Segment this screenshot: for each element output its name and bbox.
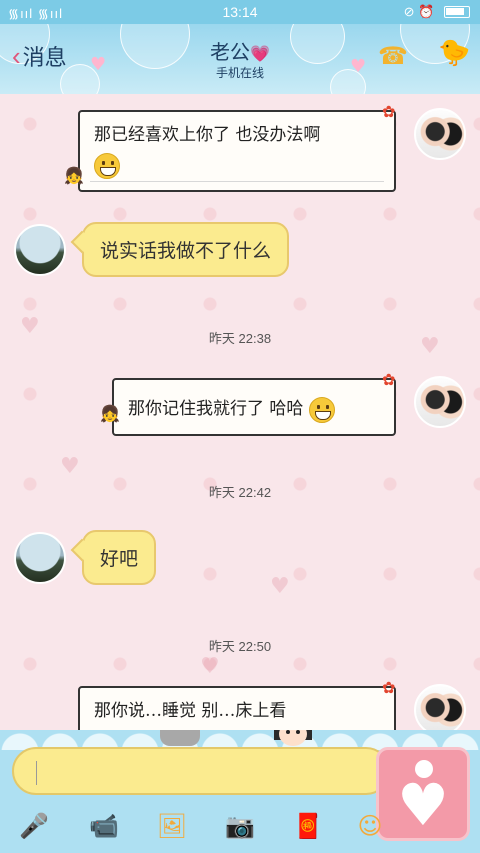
heart-icon: ♥: [200, 654, 220, 679]
heart-icon: ♥: [270, 574, 290, 599]
red-packet-icon[interactable]: 🧧: [290, 808, 326, 844]
alarm-icon: ⊘ ⏰: [403, 4, 435, 19]
message-text: 好吧: [100, 548, 139, 570]
timestamp: 昨天 22:38: [208, 331, 272, 346]
text-cursor: [36, 761, 37, 785]
input-toolbar: 🎤 📹 🖼 📷 🧧 ☺: [0, 800, 480, 853]
picture-icon[interactable]: 🖼: [154, 808, 190, 844]
contact-name[interactable]: 老公💗: [0, 36, 480, 65]
avatar-contact[interactable]: [14, 224, 66, 276]
chat-header: ‹消息 ♥ ♥ 老公💗 手机在线 ☎ 🐤: [0, 24, 480, 94]
flower-icon: ✿: [382, 370, 396, 389]
grin-emoji-icon: [308, 396, 335, 423]
video-call-icon[interactable]: 📹: [86, 808, 122, 844]
flower-icon: ✿: [382, 102, 396, 121]
message-text: 那已经喜欢上你了 也没办法啊: [94, 125, 321, 145]
girl-sticker-icon: 👧: [64, 166, 84, 185]
status-icons: ⊘ ⏰: [404, 4, 470, 20]
status-bar: ᯾ııl ᯾ııl 13:14 ⊘ ⏰: [0, 0, 480, 24]
camera-icon[interactable]: 📷: [222, 808, 258, 844]
message-bubble-outgoing[interactable]: 那已经喜欢上你了 也没办法啊: [78, 110, 396, 192]
battery-icon: [444, 6, 470, 18]
flower-icon: ✿: [382, 678, 396, 697]
online-status: 手机在线: [215, 66, 264, 80]
heart-icon: ♥: [60, 454, 80, 479]
mascot-sticker: [160, 730, 200, 746]
avatar-self[interactable]: [414, 108, 466, 160]
microphone-icon[interactable]: 🎤: [16, 808, 52, 844]
input-area: ♥ 🎤 📹 🖼 📷 🧧 ☺: [0, 730, 480, 853]
grin-emoji-icon: [94, 153, 120, 179]
message-text: 那你记住我就行了 哈哈: [128, 399, 304, 419]
sparkle-heart-icon: 💗: [250, 46, 270, 63]
girl-sticker-icon: 👧: [100, 404, 120, 423]
divider: [90, 181, 384, 182]
avatar-self[interactable]: [414, 376, 466, 428]
message-text: 那你说…睡觉 别…床上看: [94, 701, 287, 721]
message-bubble-incoming[interactable]: 好吧: [82, 530, 157, 585]
avatar-self[interactable]: [414, 684, 466, 730]
timestamp: 昨天 22:50: [208, 639, 272, 654]
phone-icon[interactable]: ☎: [378, 42, 408, 70]
message-bubble-outgoing[interactable]: 那你记住我就行了 哈哈: [112, 378, 396, 436]
emoji-icon[interactable]: ☺: [352, 808, 388, 844]
message-bubble-incoming[interactable]: 说实话我做不了什么: [82, 222, 290, 277]
duck-icon[interactable]: 🐤: [438, 38, 470, 68]
message-input[interactable]: [12, 747, 390, 795]
message-bubble-outgoing[interactable]: 那你说…睡觉 别…床上看: [78, 686, 396, 730]
chat-area[interactable]: ♥ ♥ ♥ ♥ ♥ 那已经喜欢上你了 也没办法啊 ✿ 👧 说实话我做不了什么 昨…: [0, 94, 480, 730]
avatar-contact[interactable]: [14, 532, 66, 584]
message-text: 说实话我做不了什么: [100, 240, 272, 262]
timestamp: 昨天 22:42: [208, 485, 272, 500]
